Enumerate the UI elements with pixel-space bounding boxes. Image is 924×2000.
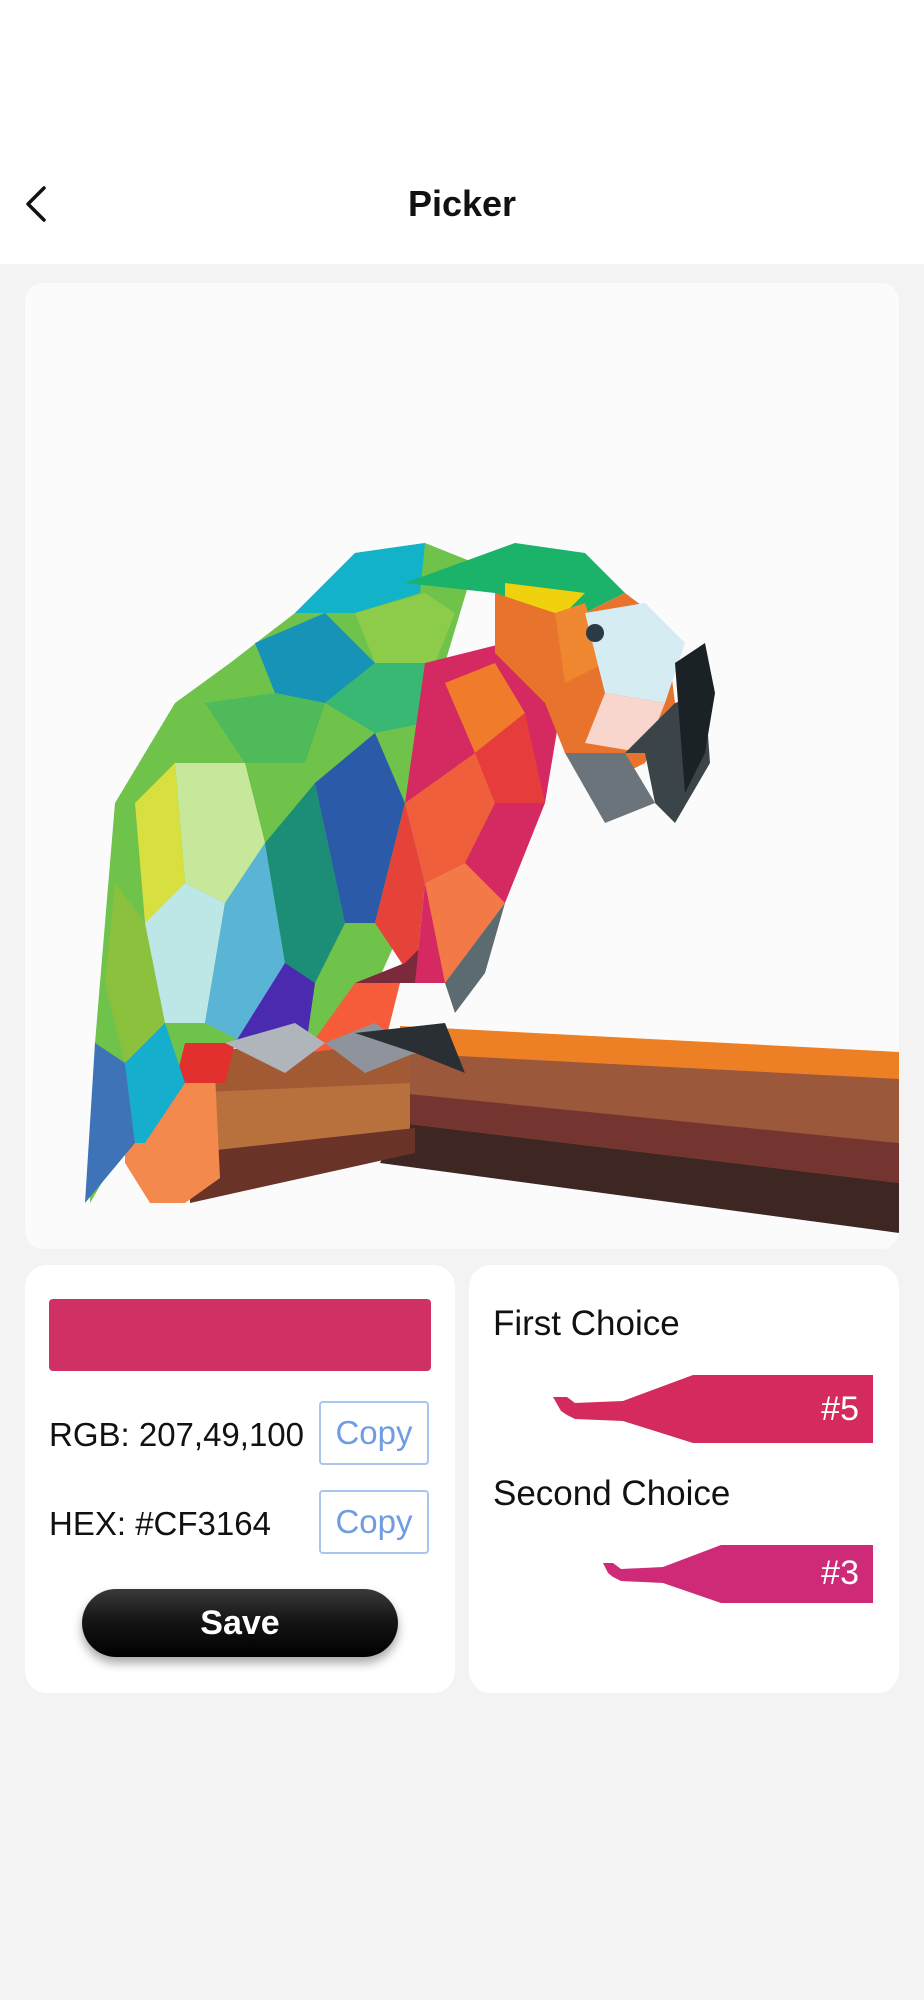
color-swatch — [49, 1299, 431, 1371]
status-bar — [0, 0, 924, 140]
save-button[interactable]: Save — [82, 1589, 398, 1657]
marker-choices-card: First Choice #5 Second Choice #3 — [469, 1265, 899, 1693]
picked-color-card: RGB: 207,49,100 Copy HEX: #CF3164 Copy S… — [25, 1265, 455, 1693]
second-choice-marker[interactable]: #3 — [603, 1543, 873, 1605]
second-choice-number: #3 — [821, 1554, 859, 1592]
image-card[interactable] — [25, 283, 899, 1249]
first-choice-label: First Choice — [493, 1304, 680, 1343]
copy-rgb-button[interactable]: Copy — [319, 1401, 429, 1465]
hex-value: HEX: #CF3164 — [49, 1505, 271, 1542]
first-choice-number: #5 — [821, 1390, 859, 1428]
copy-hex-button[interactable]: Copy — [319, 1490, 429, 1554]
second-choice-label: Second Choice — [493, 1474, 731, 1513]
page-title: Picker — [407, 183, 517, 224]
parrot-image[interactable] — [25, 283, 899, 1249]
rgb-value: RGB: 207,49,100 — [49, 1416, 305, 1453]
header: Picker — [0, 140, 924, 264]
first-choice-marker[interactable]: #5 — [553, 1371, 873, 1447]
